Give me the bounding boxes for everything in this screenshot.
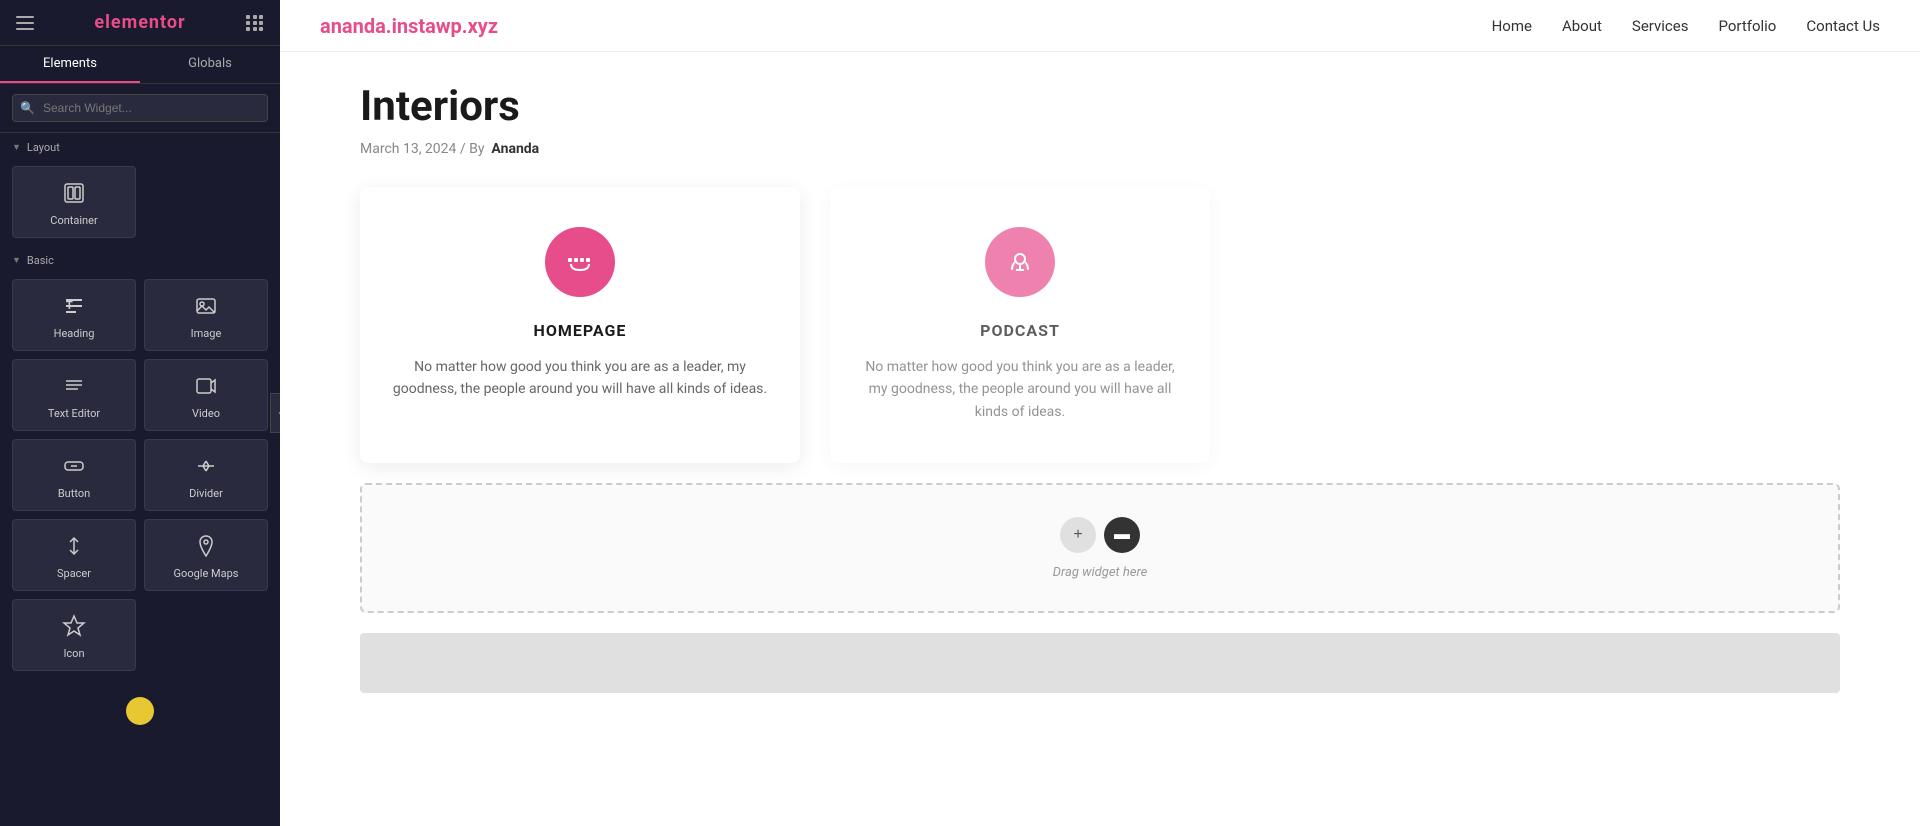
widget-icon-label: Icon [63, 647, 84, 660]
yellow-dot-indicator [126, 697, 154, 725]
basic-section-toggle[interactable]: ▼ Basic [12, 254, 268, 267]
sidebar: elementor Elements Globals 🔍 ▼ Layout [0, 0, 280, 826]
widget-container-label: Container [50, 214, 97, 227]
text-editor-icon [62, 374, 86, 401]
heading-icon: T [62, 294, 86, 321]
tab-elements[interactable]: Elements [0, 46, 140, 83]
page-date: March 13, 2024 / By [360, 141, 484, 157]
widget-heading-label: Heading [54, 327, 95, 340]
layout-widget-grid: Container [0, 166, 280, 246]
widget-divider-label: Divider [189, 487, 223, 500]
basic-section-header: ▼ Basic [0, 246, 280, 279]
template-button[interactable]: ▬ [1104, 517, 1140, 553]
layout-section-toggle[interactable]: ▼ Layout [12, 141, 268, 154]
basic-section-title: Basic [27, 254, 54, 267]
button-icon [62, 454, 86, 481]
nav-contact[interactable]: Contact Us [1806, 17, 1880, 35]
widget-container[interactable]: Container [12, 166, 136, 238]
widget-google-maps-label: Google Maps [174, 567, 239, 580]
site-logo[interactable]: ananda.instawp.xyz [320, 14, 498, 38]
service-card-podcast: PODCAST No matter how good you think you… [830, 187, 1210, 463]
widget-video[interactable]: Video [144, 359, 268, 431]
widget-divider[interactable]: Divider [144, 439, 268, 511]
sidebar-header: elementor [0, 0, 280, 46]
main-content: ananda.instawp.xyz Home About Services P… [280, 0, 1920, 826]
nav-portfolio[interactable]: Portfolio [1718, 17, 1776, 35]
homepage-card-title: HOMEPAGE [390, 321, 770, 340]
spacer-icon [62, 534, 86, 561]
drop-zone[interactable]: + ▬ Drag widget here [360, 483, 1840, 613]
service-card-homepage: HOMEPAGE No matter how good you think yo… [360, 187, 800, 463]
tab-globals[interactable]: Globals [140, 46, 280, 83]
podcast-card-icon [985, 227, 1055, 297]
sidebar-tabs: Elements Globals [0, 46, 280, 84]
nav-about[interactable]: About [1562, 17, 1602, 35]
podcast-card-title: PODCAST [860, 321, 1180, 340]
elementor-logo: elementor [94, 12, 185, 33]
widget-video-label: Video [192, 407, 220, 420]
widget-image-label: Image [191, 327, 222, 340]
drop-zone-label: Drag widget here [1053, 565, 1148, 580]
nav-links: Home About Services Portfolio Contact Us [1492, 16, 1880, 35]
homepage-card-text: No matter how good you think you are as … [390, 356, 770, 401]
search-icon: 🔍 [20, 101, 35, 115]
container-icon [62, 181, 86, 208]
widget-button[interactable]: Button [12, 439, 136, 511]
layout-arrow-icon: ▼ [12, 142, 21, 153]
icon-widget-icon [62, 614, 86, 641]
grid-icon[interactable] [246, 15, 264, 31]
layout-section-header: ▼ Layout [0, 133, 280, 166]
widget-google-maps[interactable]: Google Maps [144, 519, 268, 591]
sidebar-collapse-handle[interactable]: ‹ [270, 393, 280, 433]
service-cards-area: HOMEPAGE No matter how good you think yo… [360, 187, 1840, 463]
top-navigation: ananda.instawp.xyz Home About Services P… [280, 0, 1920, 52]
homepage-card-icon [545, 227, 615, 297]
bottom-bar [360, 633, 1840, 693]
drop-zone-buttons: + ▬ [1060, 517, 1140, 553]
divider-icon [194, 454, 218, 481]
widget-search-area: 🔍 [0, 84, 280, 133]
widget-icon[interactable]: Icon [12, 599, 136, 671]
widget-text-editor-label: Text Editor [48, 407, 100, 420]
video-icon [194, 374, 218, 401]
add-widget-button[interactable]: + [1060, 517, 1096, 553]
basic-arrow-icon: ▼ [12, 255, 21, 266]
nav-services[interactable]: Services [1632, 17, 1689, 35]
image-icon [194, 294, 218, 321]
search-input[interactable] [12, 94, 268, 122]
page-author: Ananda [491, 141, 539, 157]
nav-home[interactable]: Home [1492, 17, 1532, 35]
widget-image[interactable]: Image [144, 279, 268, 351]
page-meta: March 13, 2024 / By Ananda [360, 141, 1840, 157]
widget-text-editor[interactable]: Text Editor [12, 359, 136, 431]
page-body: Interiors March 13, 2024 / By Ananda [280, 52, 1920, 826]
podcast-card-text: No matter how good you think you are as … [860, 356, 1180, 423]
basic-widget-grid: T Heading Image [0, 279, 280, 679]
google-maps-icon [194, 534, 218, 561]
widget-spacer-label: Spacer [57, 567, 91, 580]
page-title: Interiors [360, 82, 1840, 131]
widget-spacer[interactable]: Spacer [12, 519, 136, 591]
layout-section-title: Layout [27, 141, 60, 154]
widget-button-label: Button [58, 487, 90, 500]
svg-text:T: T [66, 299, 73, 312]
widget-heading[interactable]: T Heading [12, 279, 136, 351]
hamburger-menu[interactable] [16, 16, 34, 30]
